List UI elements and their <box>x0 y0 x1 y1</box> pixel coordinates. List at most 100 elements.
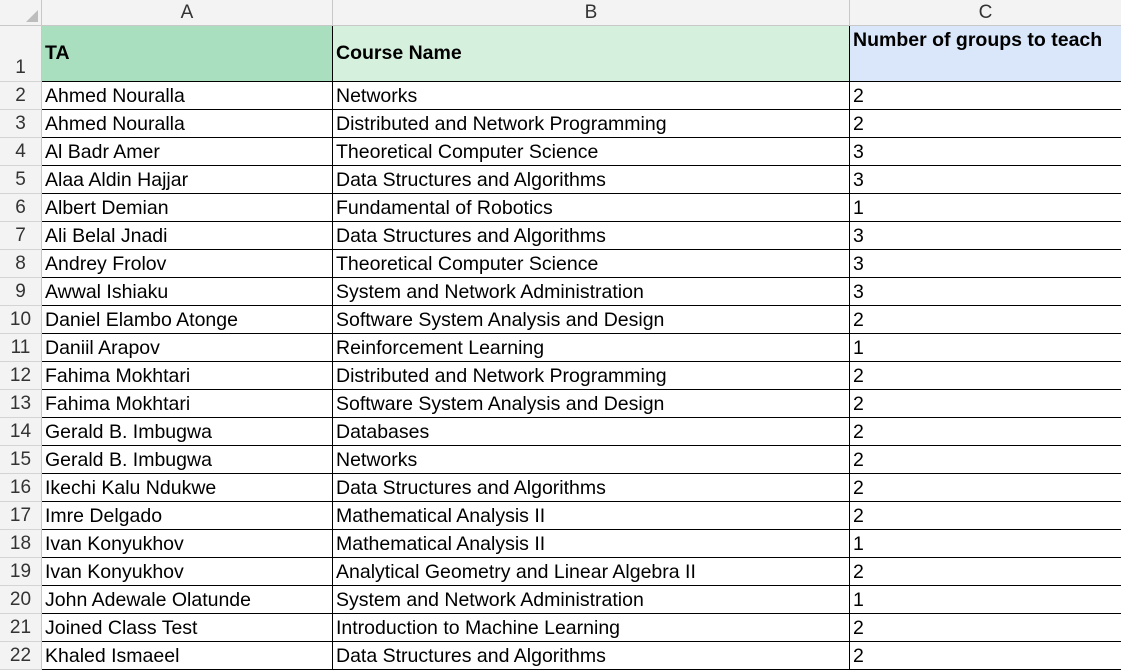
cell-course-name[interactable]: Software System Analysis and Design <box>333 306 850 334</box>
cell-number-of-groups[interactable]: 2 <box>850 306 1121 334</box>
cell-course-name[interactable]: Theoretical Computer Science <box>333 250 850 278</box>
cell-course-name[interactable]: Analytical Geometry and Linear Algebra I… <box>333 558 850 586</box>
cell-number-of-groups[interactable]: 2 <box>850 418 1121 446</box>
cell-number-of-groups[interactable]: 3 <box>850 278 1121 306</box>
cell-ta[interactable]: Andrey Frolov <box>42 250 333 278</box>
cell-number-of-groups[interactable]: 2 <box>850 362 1121 390</box>
cell-ta[interactable]: Ahmed Nouralla <box>42 110 333 138</box>
row-header[interactable]: 20 <box>0 586 42 614</box>
cell-ta[interactable]: Ivan Konyukhov <box>42 530 333 558</box>
cell-ta[interactable]: Awwal Ishiaku <box>42 278 333 306</box>
cell-course-name[interactable]: Fundamental of Robotics <box>333 194 850 222</box>
cell-course-name[interactable]: Distributed and Network Programming <box>333 362 850 390</box>
cell-ta[interactable]: Albert Demian <box>42 194 333 222</box>
cell-ta[interactable]: John Adewale Olatunde <box>42 586 333 614</box>
cell-ta[interactable]: Joined Class Test <box>42 614 333 642</box>
cell-number-of-groups[interactable]: 3 <box>850 138 1121 166</box>
row-header[interactable]: 21 <box>0 614 42 642</box>
cell-course-name[interactable]: Reinforcement Learning <box>333 334 850 362</box>
cell-course-name[interactable]: System and Network Administration <box>333 278 850 306</box>
cell-ta[interactable]: Khaled Ismaeel <box>42 642 333 670</box>
cell-course-name[interactable]: Networks <box>333 446 850 474</box>
cell-course-name[interactable]: Data Structures and Algorithms <box>333 222 850 250</box>
table-row: 7 Ali Belal Jnadi Data Structures and Algo… <box>0 222 1121 250</box>
row-header[interactable]: 5 <box>0 166 42 194</box>
table-row: 21 Joined Class Test Introduction to Machi… <box>0 614 1121 642</box>
row-header[interactable]: 17 <box>0 502 42 530</box>
cell-course-name[interactable]: System and Network Administration <box>333 586 850 614</box>
cell-course-name[interactable]: Theoretical Computer Science <box>333 138 850 166</box>
row-header[interactable]: 10 <box>0 306 42 334</box>
column-header-c[interactable]: C <box>850 0 1121 26</box>
row-header[interactable]: 3 <box>0 110 42 138</box>
row-header[interactable]: 22 <box>0 642 42 670</box>
header-cell-number-of-groups[interactable]: Number of groups to teach <box>850 26 1121 82</box>
cell-number-of-groups[interactable]: 2 <box>850 390 1121 418</box>
cell-number-of-groups[interactable]: 3 <box>850 166 1121 194</box>
row-header[interactable]: 15 <box>0 446 42 474</box>
select-all-button[interactable] <box>0 0 42 26</box>
cell-course-name[interactable]: Distributed and Network Programming <box>333 110 850 138</box>
table-row: 13 Fahima Mokhtari Software System Analysi… <box>0 390 1121 418</box>
cell-number-of-groups[interactable]: 1 <box>850 530 1121 558</box>
cell-number-of-groups[interactable]: 1 <box>850 334 1121 362</box>
row-header[interactable]: 18 <box>0 530 42 558</box>
row-header[interactable]: 19 <box>0 558 42 586</box>
row-header[interactable]: 9 <box>0 278 42 306</box>
cell-ta[interactable]: Ahmed Nouralla <box>42 82 333 110</box>
cell-number-of-groups[interactable]: 3 <box>850 250 1121 278</box>
cell-number-of-groups[interactable]: 2 <box>850 446 1121 474</box>
cell-ta[interactable]: Ivan Konyukhov <box>42 558 333 586</box>
cell-course-name[interactable]: Databases <box>333 418 850 446</box>
cell-ta[interactable]: Al Badr Amer <box>42 138 333 166</box>
spreadsheet: A B C 1 TA Course Name Number of groups … <box>0 0 1121 670</box>
row-header[interactable]: 4 <box>0 138 42 166</box>
cell-course-name[interactable]: Mathematical Analysis II <box>333 530 850 558</box>
cell-ta[interactable]: Imre Delgado <box>42 502 333 530</box>
table-row: 22 Khaled Ismaeel Data Structures and Algo… <box>0 642 1121 670</box>
cell-ta[interactable]: Ikechi Kalu Ndukwe <box>42 474 333 502</box>
cell-number-of-groups[interactable]: 2 <box>850 82 1121 110</box>
cell-number-of-groups[interactable]: 2 <box>850 558 1121 586</box>
cell-ta[interactable]: Fahima Mokhtari <box>42 390 333 418</box>
row-header[interactable]: 13 <box>0 390 42 418</box>
cell-ta[interactable]: Alaa Aldin Hajjar <box>42 166 333 194</box>
cell-ta[interactable]: Fahima Mokhtari <box>42 362 333 390</box>
cell-course-name[interactable]: Introduction to Machine Learning <box>333 614 850 642</box>
cell-course-name[interactable]: Software System Analysis and Design <box>333 390 850 418</box>
table-row: 20 John Adewale Olatunde System and Networ… <box>0 586 1121 614</box>
cell-ta[interactable]: Daniel Elambo Atonge <box>42 306 333 334</box>
row-header[interactable]: 11 <box>0 334 42 362</box>
column-header-b[interactable]: B <box>333 0 850 26</box>
cell-course-name[interactable]: Data Structures and Algorithms <box>333 166 850 194</box>
cell-number-of-groups[interactable]: 2 <box>850 110 1121 138</box>
cell-number-of-groups[interactable]: 2 <box>850 502 1121 530</box>
row-header[interactable]: 16 <box>0 474 42 502</box>
row-header[interactable]: 12 <box>0 362 42 390</box>
cell-ta[interactable]: Daniil Arapov <box>42 334 333 362</box>
row-header[interactable]: 14 <box>0 418 42 446</box>
cell-number-of-groups[interactable]: 2 <box>850 474 1121 502</box>
cell-number-of-groups[interactable]: 2 <box>850 614 1121 642</box>
header-cell-ta[interactable]: TA <box>42 26 333 82</box>
cell-number-of-groups[interactable]: 3 <box>850 222 1121 250</box>
cell-ta[interactable]: Gerald B. Imbugwa <box>42 418 333 446</box>
cell-course-name[interactable]: Networks <box>333 82 850 110</box>
header-cell-course-name[interactable]: Course Name <box>333 26 850 82</box>
row-header[interactable]: 2 <box>0 82 42 110</box>
cell-number-of-groups[interactable]: 1 <box>850 586 1121 614</box>
cell-ta[interactable]: Gerald B. Imbugwa <box>42 446 333 474</box>
cell-course-name[interactable]: Data Structures and Algorithms <box>333 474 850 502</box>
cell-number-of-groups[interactable]: 1 <box>850 194 1121 222</box>
row-header[interactable]: 7 <box>0 222 42 250</box>
column-header-a[interactable]: A <box>42 0 333 26</box>
row-header[interactable]: 6 <box>0 194 42 222</box>
row-header[interactable]: 1 <box>0 26 42 82</box>
cell-course-name[interactable]: Mathematical Analysis II <box>333 502 850 530</box>
row-header[interactable]: 8 <box>0 250 42 278</box>
cell-ta[interactable]: Ali Belal Jnadi <box>42 222 333 250</box>
cell-number-of-groups[interactable]: 2 <box>850 642 1121 670</box>
table-row: 8 Andrey Frolov Theoretical Computer Scien… <box>0 250 1121 278</box>
cell-course-name[interactable]: Data Structures and Algorithms <box>333 642 850 670</box>
table-row: 2 Ahmed Nouralla Networks 2 <box>0 82 1121 110</box>
